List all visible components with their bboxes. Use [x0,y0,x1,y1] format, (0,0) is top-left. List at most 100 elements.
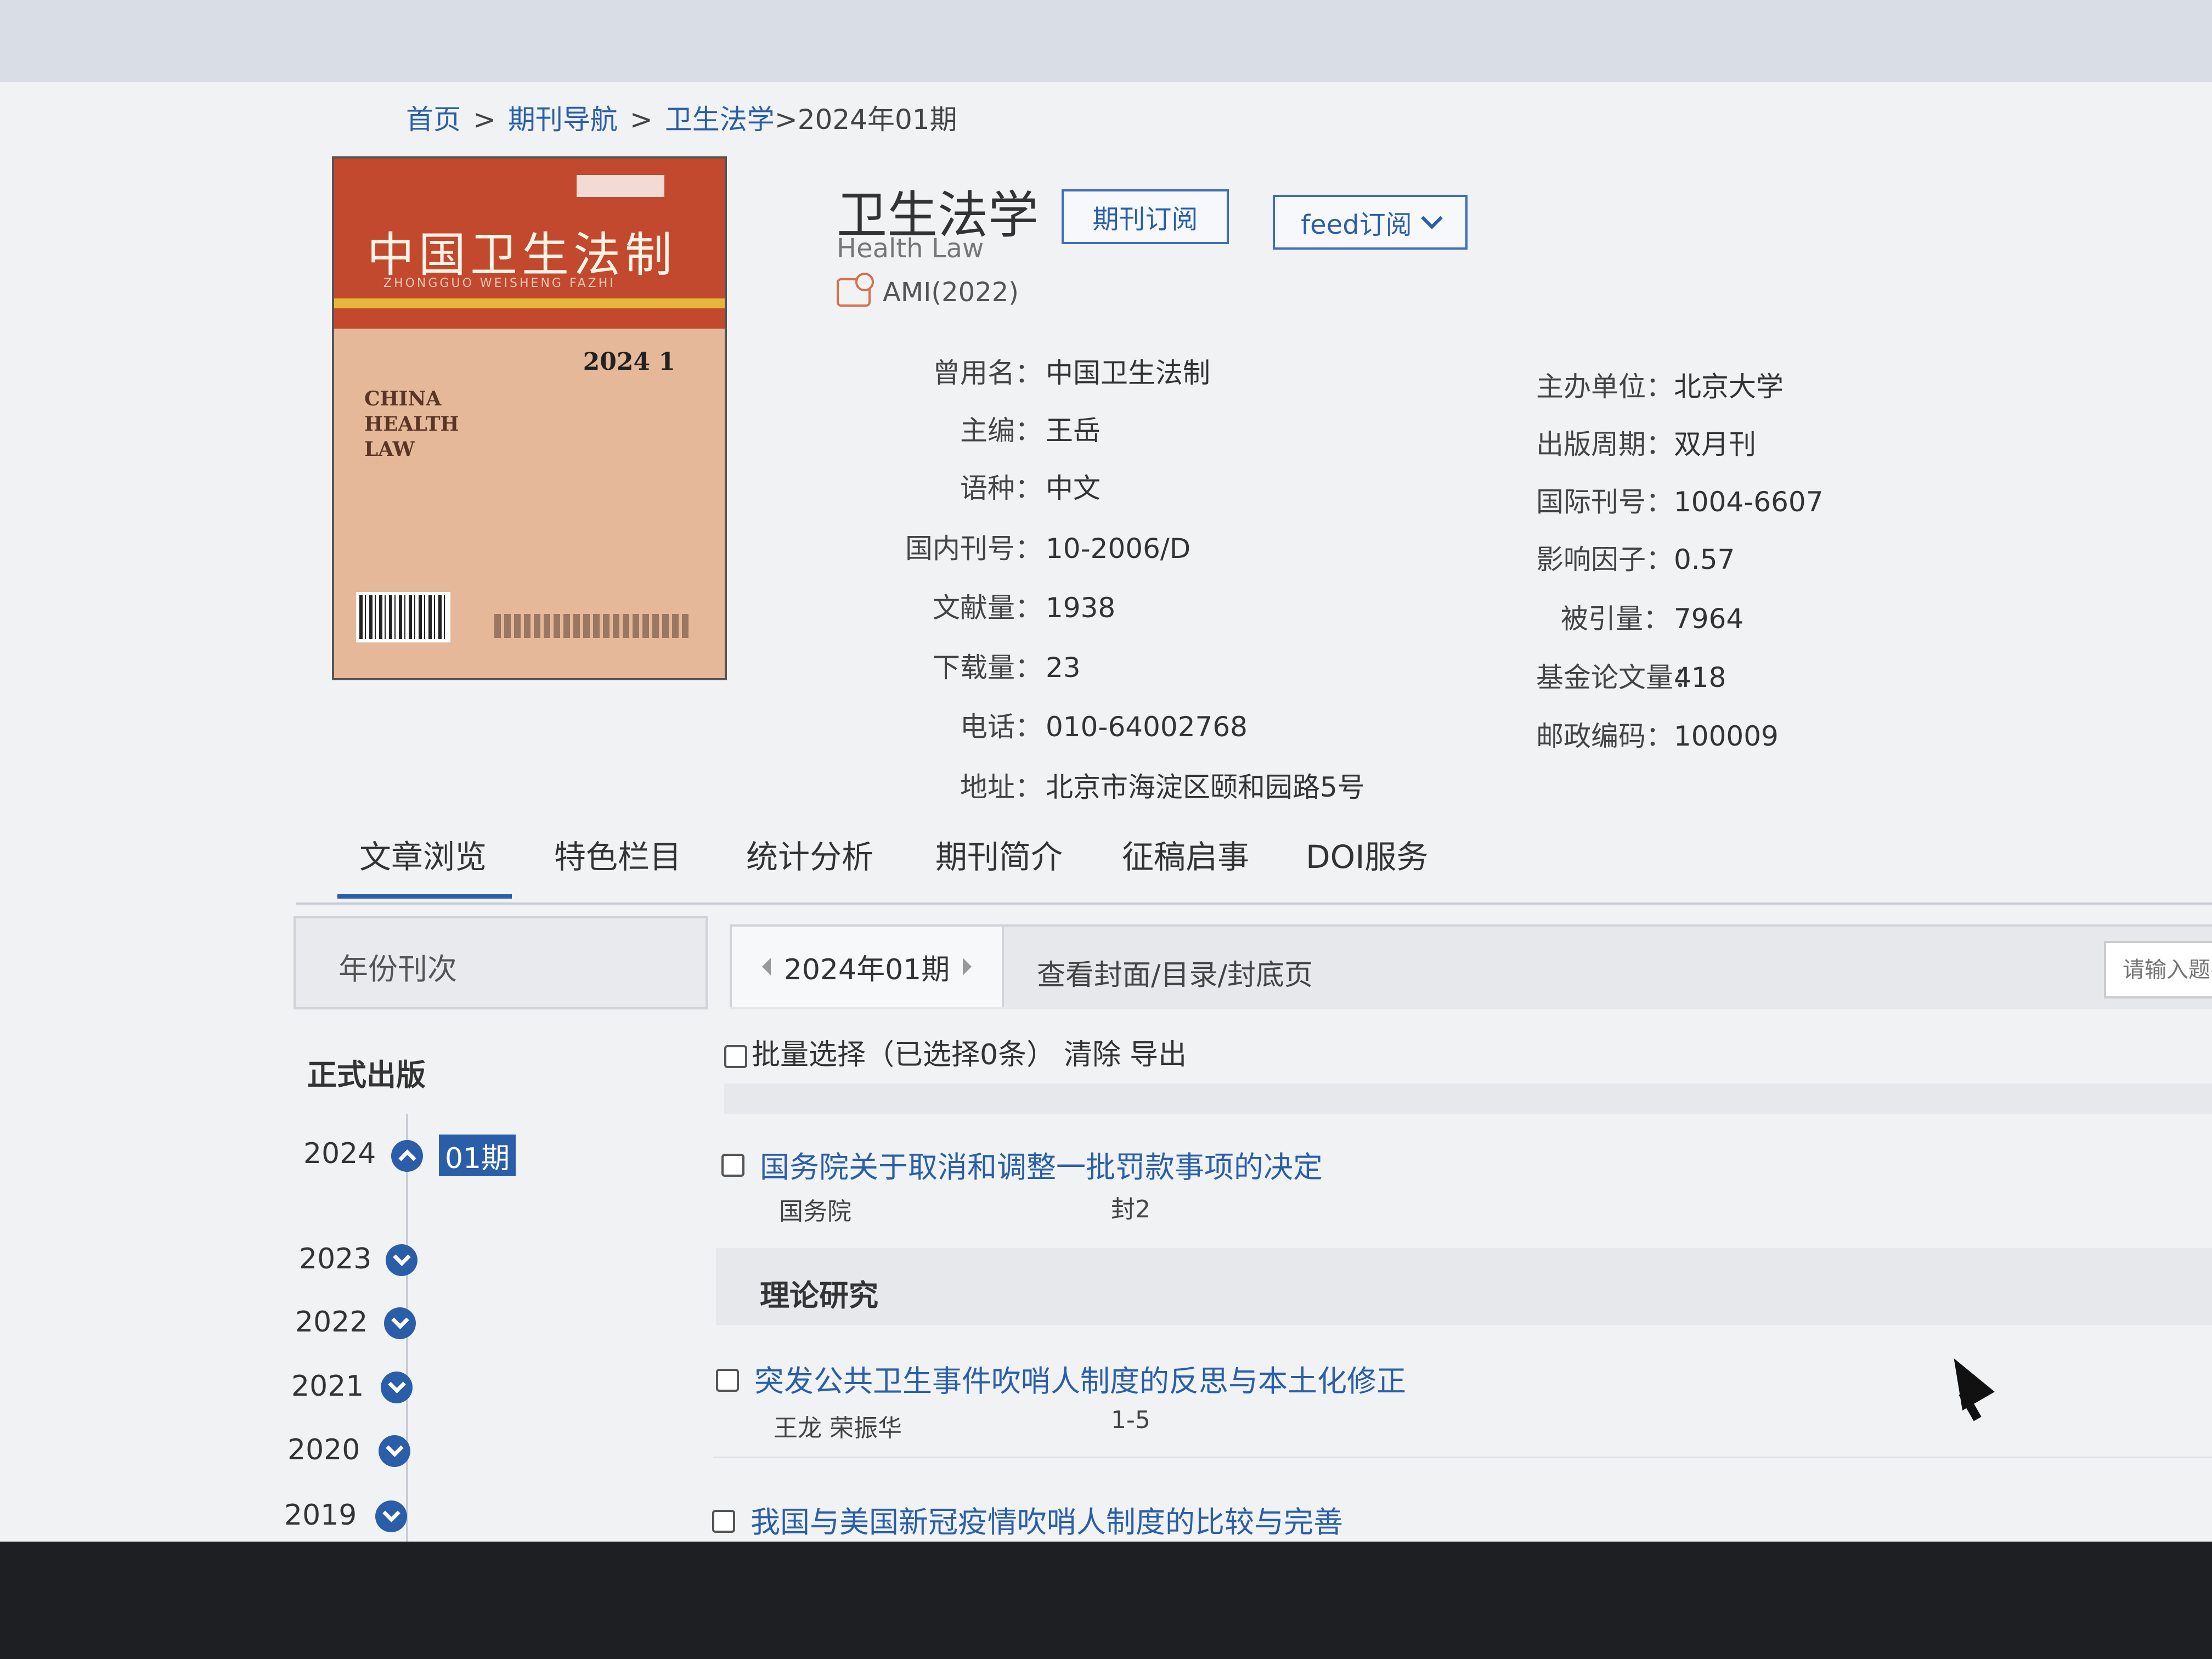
tab-featured-columns[interactable]: 特色栏目 [554,831,681,877]
info-value: 中文 [1046,472,1101,504]
info-impact-factor: 影响因子：0.57 [1536,538,1735,577]
column-section-header: 理论研究 [716,1248,2212,1325]
ami-label: AMI(2022) [883,277,1019,308]
cover-en-line: HEALTH [364,413,459,436]
view-cover-toc-link[interactable]: 查看封面/目录/封底页 [1037,952,1313,993]
journal-tabs: 文章浏览 特色栏目 统计分析 期刊简介 征稿启事 DOI服务 [296,831,2212,905]
article-title[interactable]: 我国与美国新冠疫情吹哨人制度的比较与完善 [751,1498,1343,1541]
browser-top-bar [0,0,2212,82]
issue-01-chip[interactable]: 01期 [439,1135,516,1176]
article-checkbox[interactable] [716,1369,739,1392]
title-search-input[interactable] [2104,941,2212,998]
info-citation-count: 被引量： 7964 [1536,597,1743,636]
info-language: 语种： 中文 [878,466,1101,506]
year-2023[interactable]: 2023 [299,1243,371,1276]
info-value: 100009 [1674,720,1779,752]
breadcrumb-home[interactable]: 首页 [406,104,461,136]
cover-title: 中国卫生法制 [367,228,676,283]
info-value: 双月刊 [1674,428,1756,460]
chevron-down-icon[interactable] [375,1500,407,1532]
article-author[interactable]: 国务院 [779,1192,851,1227]
article-checkbox[interactable] [721,1154,744,1177]
info-label: 主办单位： [1536,371,1673,403]
info-label: 文献量： [933,592,1042,624]
info-label: 邮政编码： [1536,720,1673,752]
info-label: 地址： [960,771,1042,803]
year-issue-header: 年份刊次 [294,916,708,1009]
year-2024[interactable]: 2024 [303,1137,376,1170]
info-label: 语种： [960,472,1042,504]
year-2022[interactable]: 2022 [295,1306,368,1339]
year-2019[interactable]: 2019 [284,1499,357,1532]
info-value: 1938 [1046,592,1116,624]
export-button[interactable]: 导出 [1130,1039,1187,1071]
row-divider [713,1457,2212,1458]
tab-journal-intro[interactable]: 期刊简介 [935,831,1063,877]
feed-subscribe-label: feed订阅 [1301,210,1412,240]
chevron-down-icon [1420,207,1443,229]
batch-select-checkbox[interactable] [724,1045,747,1068]
clear-button[interactable]: 清除 [1064,1039,1121,1071]
info-publication-cycle: 出版周期：双月刊 [1536,422,1756,462]
article-page: 封2 [1111,1195,1150,1223]
cover-english-title: CHINA HEALTH LAW [364,386,459,462]
chevron-down-icon[interactable] [379,1435,410,1467]
cover-publisher-text [494,614,692,638]
chevron-down-icon[interactable] [386,1244,417,1276]
info-former-name: 曾用名： 中国卫生法制 [878,351,1210,391]
info-value: 0.57 [1674,544,1735,575]
cover-badge [577,175,664,197]
feed-subscribe-button[interactable]: feed订阅 [1273,195,1468,250]
article-page: 1-5 [1111,1406,1150,1434]
breadcrumb-journal-nav[interactable]: 期刊导航 [508,104,618,136]
issue-selector[interactable]: 2024年01期 [730,924,1004,1007]
info-phone: 电话： 010-64002768 [878,705,1248,744]
info-label: 下载量： [933,652,1042,684]
info-label: 国际刊号： [1536,486,1673,518]
article-checkbox[interactable] [712,1510,735,1533]
info-download-count: 下载量： 23 [878,646,1081,685]
year-2021[interactable]: 2021 [291,1370,364,1403]
article-author[interactable]: 王龙 荣振华 [774,1408,902,1443]
info-value: 北京大学 [1674,371,1784,403]
breadcrumb: 首页 > 期刊导航 > 卫生法学>2024年01期 [406,98,957,137]
chevron-up-icon[interactable] [391,1140,423,1172]
cover-en-line: CHINA [364,387,442,410]
tab-article-browse[interactable]: 文章浏览 [359,831,487,877]
year-2020[interactable]: 2020 [287,1434,360,1466]
cover-barcode [356,592,450,642]
browser-screen: 首页 > 期刊导航 > 卫生法学>2024年01期 中国卫生法制 ZHONGGUO WE… [0,0,2212,1542]
journal-cover-image[interactable]: 中国卫生法制 ZHONGGUO WEISHENG FAZHI 2024 1 CH… [332,156,727,680]
cover-en-line: LAW [364,438,415,461]
info-address: 地址： 北京市海淀区颐和园路5号 [878,765,1365,805]
journal-english-title: Health Law [837,233,984,264]
info-label: 影响因子： [1536,544,1673,575]
info-value: 1004-6607 [1674,486,1824,518]
year-issue-label: 年份刊次 [338,952,457,986]
previous-issue-icon[interactable] [761,958,771,975]
info-sponsor: 主办单位：北京大学 [1536,365,1784,404]
info-document-count: 文献量： 1938 [878,586,1115,625]
breadcrumb-journal[interactable]: 卫生法学 [665,104,775,136]
tab-doi-service[interactable]: DOI服务 [1306,831,1428,877]
info-value: 010-64002768 [1046,711,1248,743]
chevron-down-icon[interactable] [384,1307,416,1339]
next-issue-icon[interactable] [963,958,972,975]
info-value: 北京市海淀区颐和园路5号 [1046,771,1365,803]
tab-call-for-papers[interactable]: 征稿启事 [1122,831,1249,877]
info-label: 被引量： [1561,603,1671,635]
column-section-label: 理论研究 [760,1278,878,1313]
ami-badge[interactable]: AMI(2022) [837,273,1019,308]
article-title[interactable]: 突发公共卫生事件吹哨人制度的反思与本土化修正 [754,1357,1406,1400]
cover-issue: 2024 1 [583,348,675,376]
breadcrumb-separator: > [629,104,653,136]
batch-select-label: 批量选择（已选择0条） [752,1039,1056,1071]
subscribe-button[interactable]: 期刊订阅 [1062,189,1229,244]
chevron-down-icon[interactable] [381,1372,413,1403]
article-title[interactable]: 国务院关于取消和调整一批罚款事项的决定 [760,1143,1323,1186]
tab-statistics[interactable]: 统计分析 [746,831,873,877]
active-tab-indicator [337,894,512,899]
issue-selector-label: 2024年01期 [783,953,950,986]
info-label: 主编： [960,415,1042,447]
breadcrumb-separator: > [473,104,496,136]
